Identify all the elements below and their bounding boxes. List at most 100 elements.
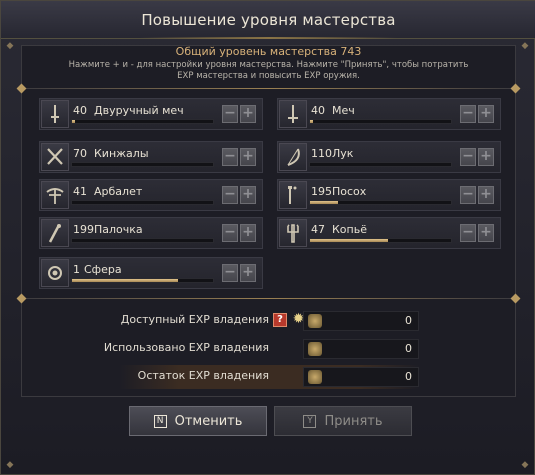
used-exp-row: Использовано EXP владения 0: [104, 337, 419, 361]
available-exp-value: 0: [405, 314, 412, 327]
weapon-level: 110: [311, 147, 332, 160]
weapon-progress-bar: [309, 200, 452, 205]
weapon-row-wand: 199 Палочка − +: [39, 217, 263, 249]
weapon-level: 41: [73, 185, 87, 198]
plus-button[interactable]: +: [240, 224, 256, 242]
remaining-exp-label: Остаток EXP владения: [137, 369, 269, 382]
wand-icon: [41, 219, 69, 247]
weapon-progress-fill: [310, 201, 339, 204]
minus-button[interactable]: −: [460, 148, 476, 166]
plus-button[interactable]: +: [478, 186, 494, 204]
minus-button[interactable]: −: [222, 148, 238, 166]
remaining-exp-row: Остаток EXP владения 0: [119, 365, 419, 389]
window-title: Повышение уровня мастерства: [141, 10, 396, 29]
hotkey-n-icon: N: [153, 414, 167, 428]
available-exp-box: 0: [303, 311, 419, 331]
plus-button[interactable]: +: [240, 148, 256, 166]
orb-icon: [41, 259, 69, 287]
weapon-row-sword: 40 Меч − +: [277, 98, 501, 130]
divider-top: [21, 88, 516, 89]
spear-icon: [279, 219, 307, 247]
weapon-name: Арбалет: [94, 185, 143, 198]
plus-button[interactable]: +: [478, 148, 494, 166]
weapon-row-spear: 47 Копьё − +: [277, 217, 501, 249]
weapon-progress-bar: [309, 162, 452, 167]
exp-icon: [308, 314, 322, 328]
weapon-row-orb: 1 Сфера − +: [39, 257, 263, 289]
bow-icon: [279, 143, 307, 171]
weapon-name: Копьё: [332, 223, 367, 236]
corner-ornament-icon: ◆: [521, 460, 529, 470]
corner-ornament-icon: ◆: [6, 460, 14, 470]
weapon-name: Двуручный меч: [94, 104, 184, 117]
help-icon[interactable]: ?: [273, 313, 287, 327]
corner-ornament-icon: ◆: [6, 41, 14, 51]
used-exp-box: 0: [303, 339, 419, 359]
exp-icon: [308, 342, 322, 356]
corner-ornament-icon: ◆: [521, 41, 529, 51]
hotkey-y-icon: Y: [303, 414, 317, 428]
crossbow-icon: [41, 181, 69, 209]
staff-icon: [279, 181, 307, 209]
weapon-name: Посох: [332, 185, 367, 198]
minus-button[interactable]: −: [222, 224, 238, 242]
weapon-progress-bar: [309, 238, 452, 243]
available-exp-row: Доступный EXP владения ? ✹ 0: [119, 309, 419, 333]
minus-button[interactable]: −: [460, 105, 476, 123]
weapon-progress-bar: [71, 119, 214, 124]
cancel-button[interactable]: N Отменить: [129, 406, 267, 436]
available-exp-label: Доступный EXP владения: [120, 313, 269, 326]
weapon-progress-fill: [72, 279, 178, 282]
weapon-progress-bar: [309, 119, 452, 124]
weapon-progress-bar: [71, 162, 214, 167]
weapon-row-bow: 110 Лук − +: [277, 141, 501, 173]
minus-button[interactable]: −: [460, 224, 476, 242]
accept-label: Принять: [324, 413, 383, 429]
weapon-row-greatsword: 40 Двуручный меч − +: [39, 98, 263, 130]
cancel-label: Отменить: [174, 413, 243, 429]
weapon-level: 47: [311, 223, 325, 236]
used-exp-label: Использовано EXP владения: [103, 341, 269, 354]
plus-button[interactable]: +: [240, 105, 256, 123]
weapon-row-staff: 195 Посох − +: [277, 179, 501, 211]
weapon-name: Сфера: [84, 263, 122, 276]
overall-mastery-level: Общий уровень мастерства 743: [175, 45, 362, 58]
minus-button[interactable]: −: [222, 186, 238, 204]
weapon-progress-bar: [71, 238, 214, 243]
weapon-progress-fill: [310, 239, 388, 242]
weapon-name: Палочка: [94, 223, 143, 236]
weapon-row-crossbow: 41 Арбалет − +: [39, 179, 263, 211]
weapon-progress-fill: [72, 120, 75, 123]
weapon-level: 40: [73, 104, 87, 117]
weapon-level: 1: [73, 263, 80, 276]
exp-icon: [308, 370, 322, 384]
minus-button[interactable]: −: [460, 186, 476, 204]
plus-button[interactable]: +: [240, 264, 256, 282]
weapon-progress-bar: [71, 278, 214, 283]
daggers-icon: [41, 143, 69, 171]
divider-bottom: [21, 298, 516, 299]
weapon-level: 199: [73, 223, 94, 236]
sword-icon: [279, 100, 307, 128]
greatsword-icon: [41, 100, 69, 128]
plus-button[interactable]: +: [478, 105, 494, 123]
remaining-exp-box: 0: [303, 367, 419, 387]
weapon-progress-fill: [310, 120, 313, 123]
remaining-exp-value: 0: [405, 370, 412, 383]
used-exp-value: 0: [405, 342, 412, 355]
mastery-window: Повышение уровня мастерства ◆ ◆ ◆ ◆ Общи…: [0, 0, 535, 475]
title-underline: [141, 37, 396, 39]
weapon-level: 195: [311, 185, 332, 198]
weapon-progress-bar: [71, 200, 214, 205]
plus-button[interactable]: +: [240, 186, 256, 204]
plus-button[interactable]: +: [478, 224, 494, 242]
weapon-name: Меч: [332, 104, 355, 117]
weapon-level: 40: [311, 104, 325, 117]
accept-button[interactable]: Y Принять: [274, 406, 412, 436]
minus-button[interactable]: −: [222, 264, 238, 282]
weapon-row-daggers: 70 Кинжалы − +: [39, 141, 263, 173]
minus-button[interactable]: −: [222, 105, 238, 123]
weapon-level: 70: [73, 147, 87, 160]
weapon-name: Кинжалы: [94, 147, 149, 160]
weapon-name: Лук: [332, 147, 354, 160]
